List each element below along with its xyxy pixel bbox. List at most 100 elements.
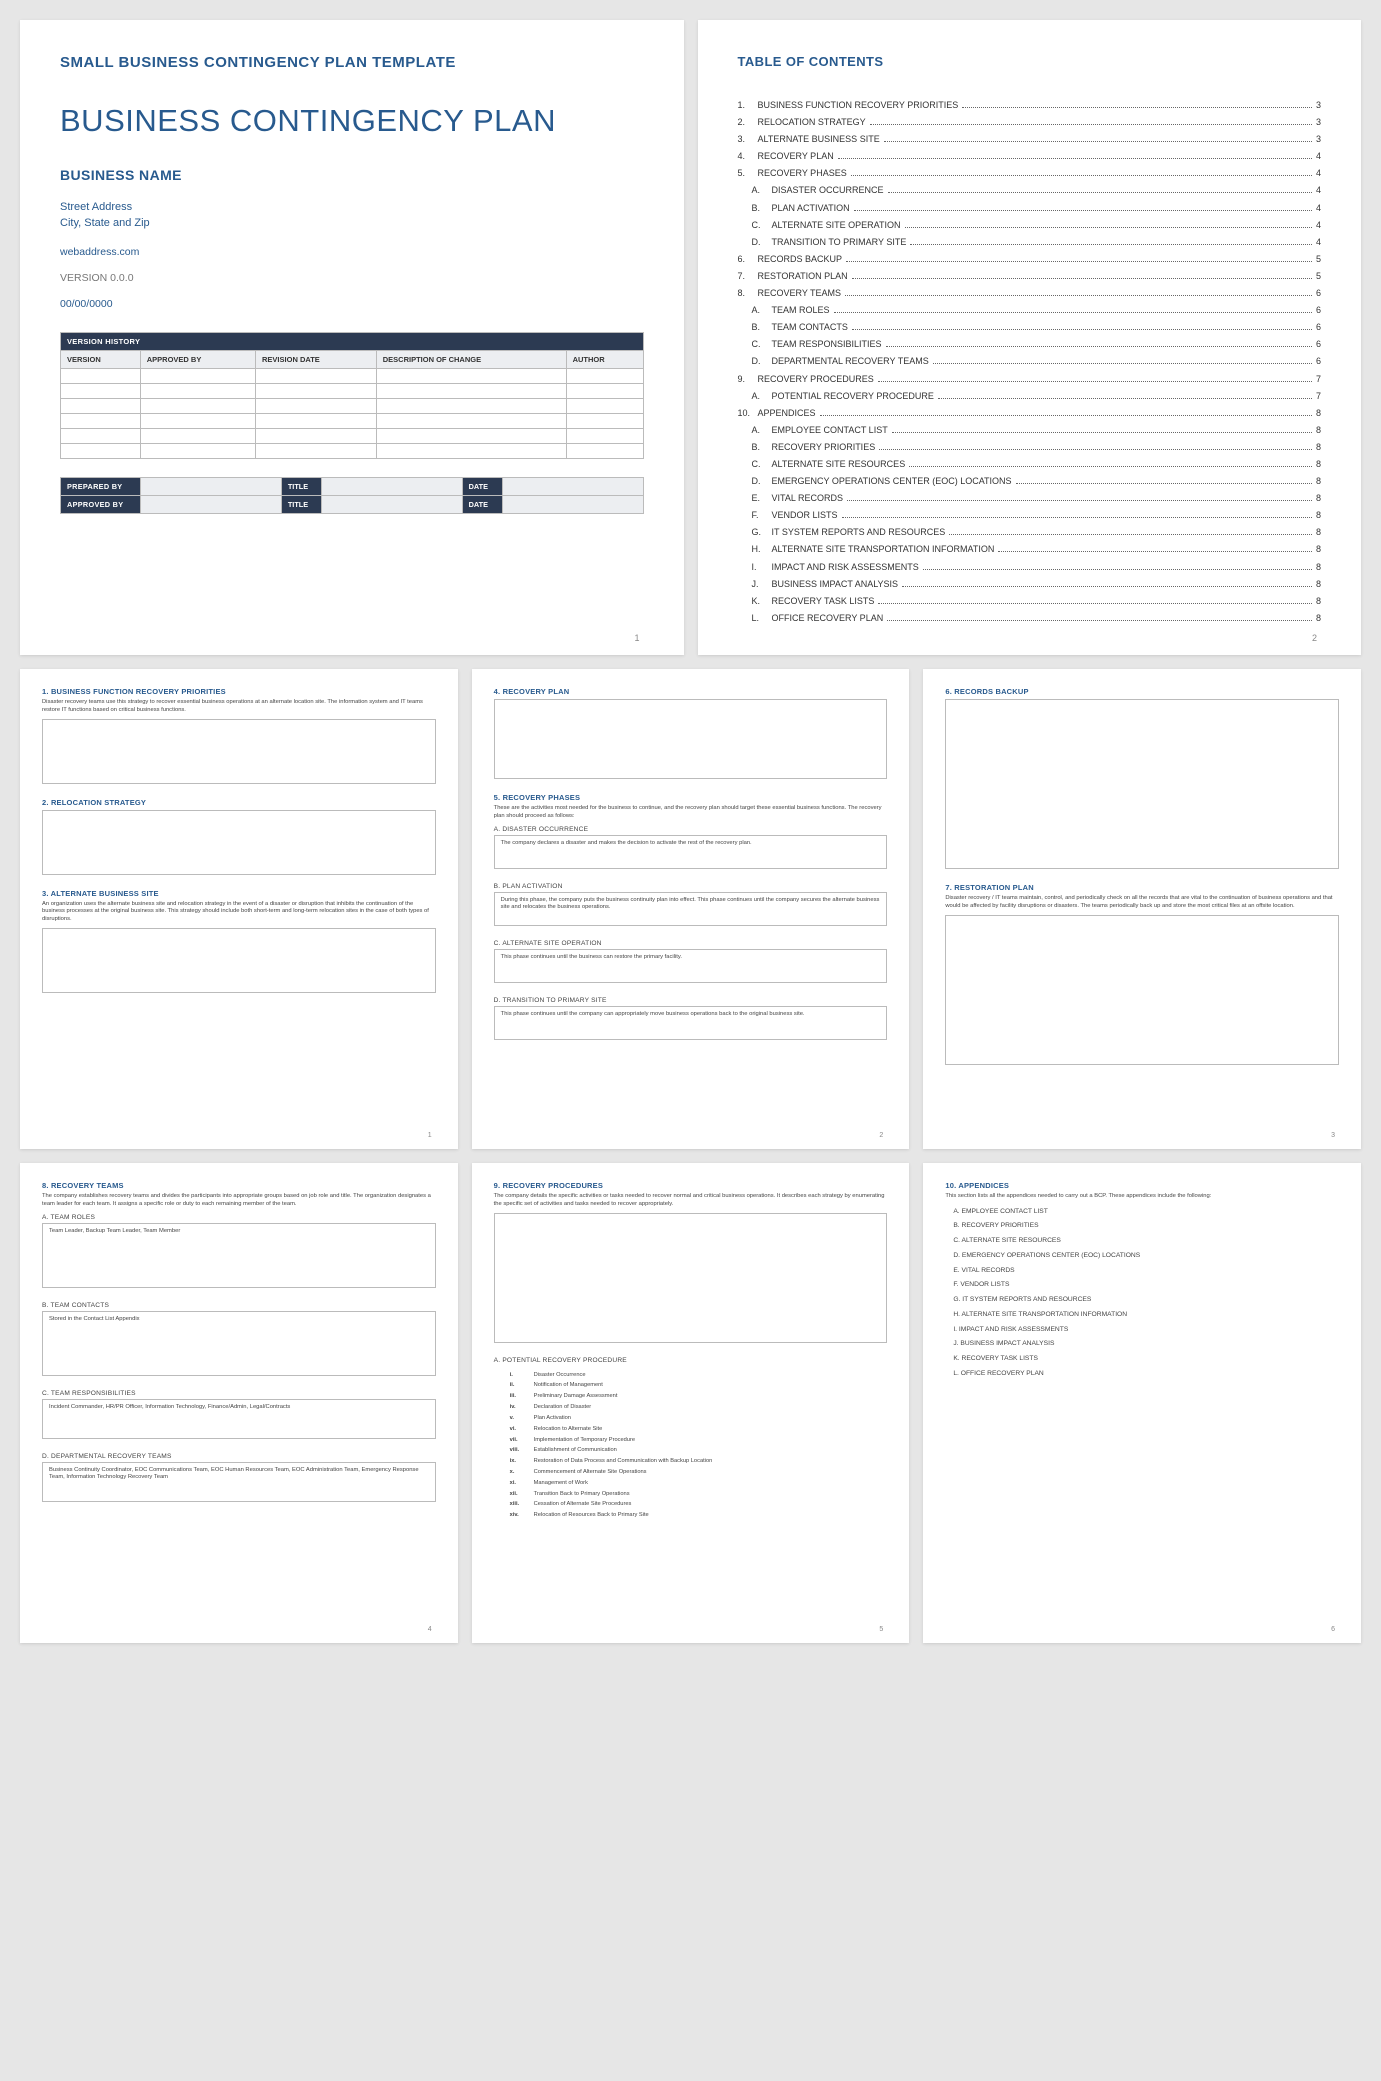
vh-cell xyxy=(140,428,255,443)
toc-item: 5.RECOVERY PHASES4 xyxy=(738,165,1322,182)
prepared-by-label: PREPARED BY xyxy=(61,477,141,495)
sec3-box xyxy=(42,928,436,993)
appendix-item: H. ALTERNATE SITE TRANSPORTATION INFORMA… xyxy=(953,1308,1339,1323)
vh-cell xyxy=(376,398,566,413)
toc-item: F.VENDOR LISTS8 xyxy=(752,507,1322,524)
procedure-step: ii.Notification of Management xyxy=(510,1380,888,1391)
vh-cell xyxy=(140,368,255,383)
page-6: 8. RECOVERY TEAMS The company establishe… xyxy=(20,1163,458,1643)
toc-item: J.BUSINESS IMPACT ANALYSIS8 xyxy=(752,576,1322,593)
phase-b-h: B. PLAN ACTIVATION xyxy=(494,883,888,890)
vh-header: VERSION HISTORY xyxy=(61,332,644,350)
toc-item: A.POTENTIAL RECOVERY PROCEDURE7 xyxy=(752,388,1322,405)
phase-b-box: During this phase, the company puts the … xyxy=(494,892,888,926)
procedure-step: ix.Restoration of Data Process and Commu… xyxy=(510,1456,888,1467)
toc-item: 7.RESTORATION PLAN5 xyxy=(738,268,1322,285)
document-title: BUSINESS CONTINGENCY PLAN xyxy=(60,103,644,139)
page-number: 4 xyxy=(428,1626,432,1633)
vh-cell xyxy=(256,398,377,413)
toc-item: 3.ALTERNATE BUSINESS SITE3 xyxy=(738,131,1322,148)
vh-cell xyxy=(376,428,566,443)
approved-by-label: APPROVED BY xyxy=(61,495,141,513)
procedure-step: i.Disaster Occurrence xyxy=(510,1370,888,1381)
sec6-heading: 6. RECORDS BACKUP xyxy=(945,687,1339,696)
team-roles-box: Team Leader, Backup Team Leader, Team Me… xyxy=(42,1223,436,1288)
appendix-item: E. VITAL RECORDS xyxy=(953,1264,1339,1279)
page-number: 2 xyxy=(879,1132,883,1139)
title-label-2: TITLE xyxy=(281,495,321,513)
toc-item: B.PLAN ACTIVATION4 xyxy=(752,200,1322,217)
procedure-step: v.Plan Activation xyxy=(510,1413,888,1424)
procedure-step: xiv.Relocation of Resources Back to Prim… xyxy=(510,1510,888,1521)
sec2-box xyxy=(42,810,436,875)
toc-item: C.TEAM RESPONSIBILITIES6 xyxy=(752,336,1322,353)
vh-cell xyxy=(61,398,141,413)
procedure-step: xi.Management of Work xyxy=(510,1478,888,1489)
vh-cell xyxy=(256,368,377,383)
toc-list: 1.BUSINESS FUNCTION RECOVERY PRIORITIES3… xyxy=(738,97,1322,627)
toc-item: 10.APPENDICES8 xyxy=(738,405,1322,422)
toc-item: A.TEAM ROLES6 xyxy=(752,302,1322,319)
appendix-item: B. RECOVERY PRIORITIES xyxy=(953,1219,1339,1234)
phase-c-box: This phase continues until the business … xyxy=(494,949,888,983)
vh-cell xyxy=(256,413,377,428)
sec7-desc: Disaster recovery / IT teams maintain, c… xyxy=(945,895,1339,911)
page-8: 10. APPENDICES This section lists all th… xyxy=(923,1163,1361,1643)
vh-cell xyxy=(140,443,255,458)
toc-item: 2.RELOCATION STRATEGY3 xyxy=(738,114,1322,131)
page-number: 3 xyxy=(1331,1132,1335,1139)
toc-item: D.EMERGENCY OPERATIONS CENTER (EOC) LOCA… xyxy=(752,473,1322,490)
procedure-step: vii.Implementation of Temporary Procedur… xyxy=(510,1435,888,1446)
date-label: 00/00/0000 xyxy=(60,298,644,310)
toc-item: E.VITAL RECORDS8 xyxy=(752,490,1322,507)
page-7: 9. RECOVERY PROCEDURES The company detai… xyxy=(472,1163,910,1643)
toc-item: 4.RECOVERY PLAN4 xyxy=(738,148,1322,165)
vh-cell xyxy=(566,428,643,443)
vh-col: APPROVED BY xyxy=(140,350,255,368)
vh-cell xyxy=(61,368,141,383)
page-2-toc: TABLE OF CONTENTS 1.BUSINESS FUNCTION RE… xyxy=(698,20,1362,655)
date-value-1 xyxy=(502,477,643,495)
sec3-heading: 3. ALTERNATE BUSINESS SITE xyxy=(42,889,436,898)
vh-cell xyxy=(566,383,643,398)
sec1-desc: Disaster recovery teams use this strateg… xyxy=(42,699,436,715)
procedure-steps: i.Disaster Occurrenceii.Notification of … xyxy=(510,1370,888,1522)
dept-teams-h: D. DEPARTMENTAL RECOVERY TEAMS xyxy=(42,1453,436,1460)
toc-item: 1.BUSINESS FUNCTION RECOVERY PRIORITIES3 xyxy=(738,97,1322,114)
address-block: Street Address City, State and Zip xyxy=(60,199,644,232)
sec9-desc: The company details the specific activit… xyxy=(494,1193,888,1209)
appendix-item: D. EMERGENCY OPERATIONS CENTER (EOC) LOC… xyxy=(953,1249,1339,1264)
toc-item: I.IMPACT AND RISK ASSESSMENTS8 xyxy=(752,559,1322,576)
vh-col: VERSION xyxy=(61,350,141,368)
toc-item: L.OFFICE RECOVERY PLAN8 xyxy=(752,610,1322,627)
vh-cell xyxy=(61,428,141,443)
phase-d-box: This phase continues until the company c… xyxy=(494,1006,888,1040)
sec4-box xyxy=(494,699,888,779)
toc-item: 8.RECOVERY TEAMS6 xyxy=(738,285,1322,302)
sec6-box xyxy=(945,699,1339,869)
vh-cell xyxy=(140,383,255,398)
toc-heading: TABLE OF CONTENTS xyxy=(738,54,1322,69)
vh-cell xyxy=(376,413,566,428)
vh-cell xyxy=(376,383,566,398)
toc-item: D.DEPARTMENTAL RECOVERY TEAMS6 xyxy=(752,353,1322,370)
sec2-heading: 2. RELOCATION STRATEGY xyxy=(42,798,436,807)
sec7-heading: 7. RESTORATION PLAN xyxy=(945,883,1339,892)
dept-teams-box: Business Continuity Coordinator, EOC Com… xyxy=(42,1462,436,1502)
title-label-1: TITLE xyxy=(281,477,321,495)
vh-col: DESCRIPTION OF CHANGE xyxy=(376,350,566,368)
page-1-cover: SMALL BUSINESS CONTINGENCY PLAN TEMPLATE… xyxy=(20,20,684,655)
sec1-heading: 1. BUSINESS FUNCTION RECOVERY PRIORITIES xyxy=(42,687,436,696)
page-number: 1 xyxy=(428,1132,432,1139)
signoff-table: PREPARED BY TITLE DATE APPROVED BY TITLE… xyxy=(60,477,644,514)
date-label-1: DATE xyxy=(462,477,502,495)
vh-cell xyxy=(256,383,377,398)
appendix-list: A. EMPLOYEE CONTACT LISTB. RECOVERY PRIO… xyxy=(953,1205,1339,1382)
procedure-step: iv.Declaration of Disaster xyxy=(510,1402,888,1413)
vh-cell xyxy=(566,413,643,428)
vh-cell xyxy=(566,443,643,458)
city-state-zip: City, State and Zip xyxy=(60,215,644,232)
team-roles-h: A. TEAM ROLES xyxy=(42,1214,436,1221)
web-address: webaddress.com xyxy=(60,246,644,258)
version-history-table: VERSION HISTORY VERSIONAPPROVED BYREVISI… xyxy=(60,332,644,459)
